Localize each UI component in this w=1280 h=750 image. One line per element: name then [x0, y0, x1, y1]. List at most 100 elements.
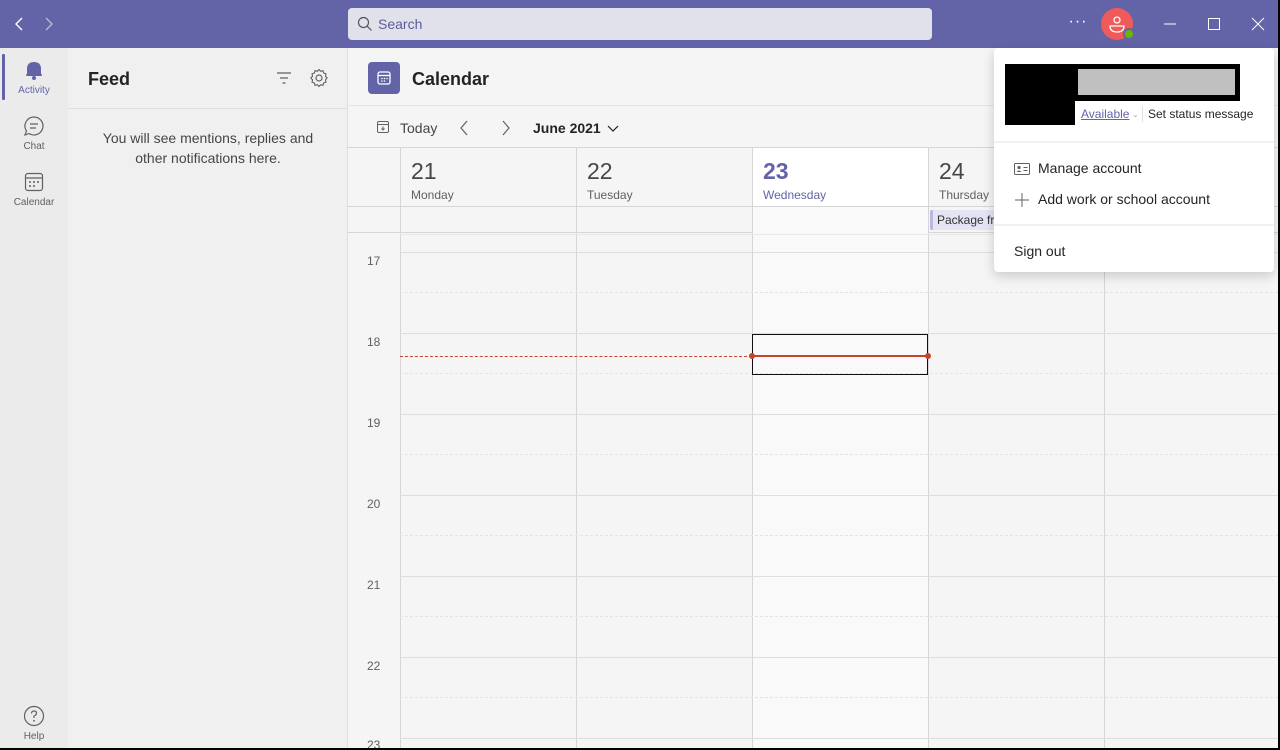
help-icon	[23, 705, 45, 727]
day-header-monday[interactable]: 21 Monday	[400, 148, 576, 207]
divider	[68, 108, 348, 109]
more-options-button[interactable]: ···	[1066, 12, 1090, 36]
current-time-line	[752, 355, 928, 357]
maximize-button[interactable]	[1200, 10, 1228, 38]
current-time-dot	[925, 353, 931, 359]
half-hour-line	[400, 697, 1278, 698]
day-number: 22	[587, 158, 613, 184]
hour-line	[400, 738, 1278, 739]
hour-line	[400, 657, 1278, 658]
hour-label: 21	[367, 578, 381, 592]
half-hour-line	[400, 535, 1278, 536]
set-status-message-button[interactable]: Set status message	[1148, 107, 1253, 121]
calendar-today-icon	[377, 121, 389, 133]
close-button[interactable]	[1244, 10, 1272, 38]
rail-item-chat[interactable]: Chat	[0, 106, 68, 162]
divider	[994, 224, 1274, 226]
chevron-left-icon	[460, 120, 468, 136]
hour-label: 18	[367, 335, 381, 349]
profile-photo-redacted	[1005, 64, 1075, 125]
half-hour-line	[400, 292, 1278, 293]
next-week-button[interactable]	[496, 118, 516, 138]
half-hour-line	[400, 616, 1278, 617]
hour-label: 23	[367, 738, 381, 748]
back-button[interactable]	[10, 14, 30, 34]
profile-menu: Available ⌄ Set status message Manage ac…	[994, 48, 1274, 272]
filter-icon	[277, 72, 291, 84]
menu-item-label: Add work or school account	[1038, 191, 1210, 207]
chevron-right-icon	[45, 17, 53, 31]
teams-window: ··· Activity Chat Calendar Help	[0, 0, 1278, 748]
previous-week-button[interactable]	[454, 118, 474, 138]
calendar-title: Calendar	[412, 69, 490, 89]
month-picker[interactable]: June 2021	[533, 120, 619, 136]
day-number: 21	[411, 158, 437, 184]
day-column[interactable]	[928, 207, 1104, 748]
activity-feed-panel: Feed You will see mentions, replies and …	[68, 48, 348, 748]
rail-label: Calendar	[13, 197, 55, 208]
feed-empty-message: You will see mentions, replies and other…	[102, 130, 314, 166]
minimize-button[interactable]	[1156, 10, 1184, 38]
day-number: 24	[939, 158, 965, 184]
status-dropdown[interactable]: Available	[1081, 107, 1129, 121]
menu-item-label: Manage account	[1038, 160, 1142, 176]
rail-item-activity[interactable]: Activity	[0, 50, 68, 106]
day-header-wednesday[interactable]: 23 Wednesday	[752, 148, 929, 207]
sign-out-button[interactable]: Sign out	[1014, 243, 1065, 259]
day-number: 23	[763, 158, 789, 184]
chevron-right-icon	[502, 120, 510, 136]
search-icon	[357, 16, 372, 31]
feed-title: Feed	[88, 69, 131, 89]
add-account-item[interactable]: Add work or school account	[994, 186, 1274, 214]
bell-icon	[26, 62, 42, 80]
chevron-down-icon: ⌄	[1132, 110, 1139, 119]
divider	[994, 141, 1274, 143]
filter-button[interactable]	[274, 68, 294, 88]
search-box[interactable]	[348, 8, 932, 40]
day-column-today[interactable]	[752, 207, 929, 748]
plus-icon	[1015, 193, 1029, 207]
current-time-line-past	[400, 356, 752, 357]
month-label: June 2021	[533, 120, 601, 136]
day-name: Thursday	[939, 188, 990, 202]
feed-settings-button[interactable]	[308, 67, 330, 89]
hour-label: 19	[367, 416, 381, 430]
divider	[1142, 106, 1143, 122]
current-time-dot	[749, 353, 755, 359]
corner-cell	[348, 148, 400, 207]
half-hour-line	[400, 454, 1278, 455]
chevron-left-icon	[15, 17, 23, 31]
title-bar: ···	[0, 0, 1278, 48]
hour-line	[400, 414, 1278, 415]
day-column[interactable]	[576, 207, 752, 748]
day-column[interactable]	[1104, 207, 1278, 748]
forward-button[interactable]	[38, 14, 58, 34]
rail-label: Activity	[18, 85, 50, 96]
manage-account-item[interactable]: Manage account	[994, 155, 1274, 183]
chat-icon	[23, 116, 44, 137]
day-name: Wednesday	[763, 188, 827, 202]
close-icon	[1251, 17, 1265, 31]
minimize-icon	[1164, 23, 1176, 25]
profile-name-redacted	[1072, 64, 1240, 101]
rail-item-help[interactable]: Help	[0, 696, 68, 748]
search-input[interactable]	[378, 8, 918, 40]
gear-icon	[310, 68, 328, 88]
hour-line	[400, 576, 1278, 577]
day-name: Monday	[411, 188, 454, 202]
day-name: Tuesday	[587, 188, 633, 202]
chevron-down-icon	[607, 125, 619, 133]
day-header-tuesday[interactable]: 22 Tuesday	[576, 148, 752, 207]
app-rail: Activity Chat Calendar Help	[0, 48, 68, 748]
hour-label: 22	[367, 659, 381, 673]
rail-label: Chat	[23, 141, 45, 152]
person-icon	[1109, 16, 1125, 33]
rail-item-calendar[interactable]: Calendar	[0, 162, 68, 218]
hour-line	[400, 495, 1278, 496]
presence-available-badge	[1123, 28, 1135, 40]
calendar-icon	[24, 172, 44, 192]
today-label: Today	[400, 120, 438, 136]
day-column[interactable]	[400, 207, 576, 748]
calendar-app-icon	[368, 62, 400, 94]
rail-label: Help	[23, 731, 45, 742]
